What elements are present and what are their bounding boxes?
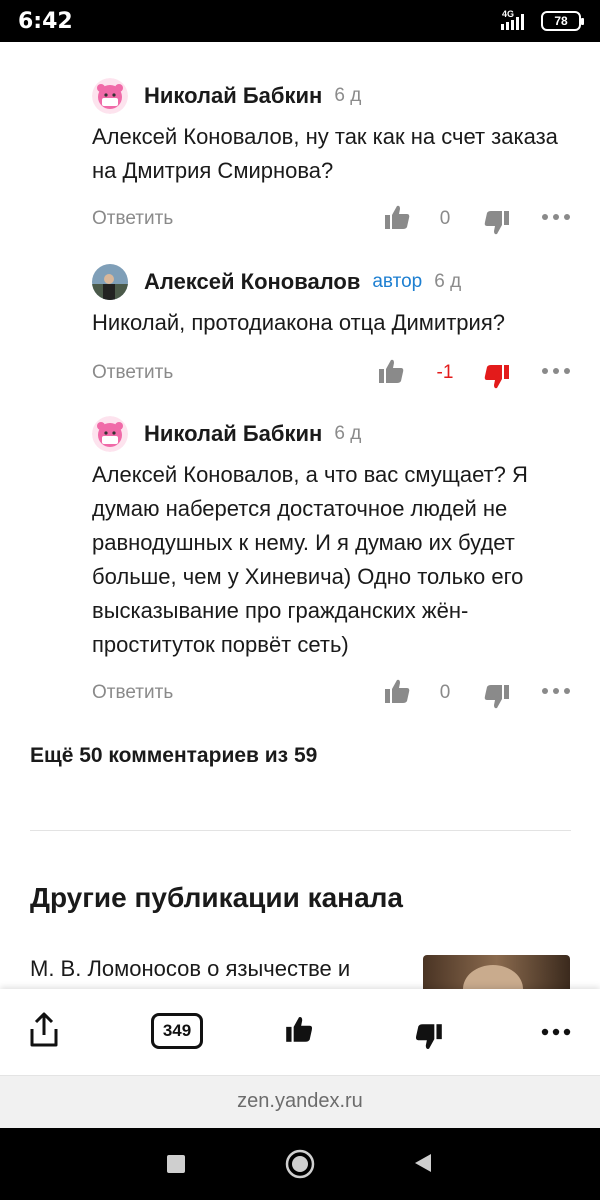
- battery-icon: 78: [541, 11, 584, 31]
- publication-title[interactable]: М. В. Ломоносов о язычестве и: [30, 956, 350, 982]
- reply-button[interactable]: Ответить: [92, 208, 173, 230]
- comment: Николай Бабкин 6 д Алексей Коновалов, а …: [0, 416, 600, 716]
- comment-author[interactable]: Алексей Коновалов: [144, 269, 360, 295]
- like-icon[interactable]: [283, 1013, 315, 1045]
- photo-avatar[interactable]: [92, 264, 128, 300]
- battery-level: 78: [554, 14, 568, 28]
- comment-text: Алексей Коновалов, а что вас смущает? Я …: [92, 462, 528, 657]
- more-options-icon[interactable]: [540, 678, 572, 704]
- system-navigation-bar: [0, 1128, 600, 1200]
- comment-score: -1: [436, 362, 454, 383]
- recents-icon[interactable]: [166, 1154, 186, 1174]
- comment-author[interactable]: Николай Бабкин: [144, 83, 322, 109]
- comments-count: 349: [162, 1021, 192, 1040]
- section-title: Другие публикации канала: [30, 882, 403, 913]
- publication-thumbnail[interactable]: [423, 955, 570, 989]
- comment-actions: Ответить -1: [92, 356, 582, 392]
- status-bar: 6:42 4G 78: [0, 0, 600, 42]
- dislike-icon[interactable]: [413, 1021, 445, 1053]
- signal-icon: [501, 14, 524, 30]
- status-time: 6:42: [18, 9, 73, 34]
- divider: [30, 830, 571, 831]
- share-icon[interactable]: [24, 1011, 64, 1051]
- comment-header: Алексей Коновалов автор 6 д: [92, 264, 461, 300]
- comment-time: 6 д: [334, 423, 362, 444]
- more-options-icon[interactable]: [540, 204, 572, 230]
- thumbs-up-icon[interactable]: [382, 202, 412, 232]
- more-options-icon[interactable]: [540, 1019, 572, 1045]
- comment: Алексей Коновалов автор 6 д Николай, про…: [0, 264, 600, 394]
- pink-pig-mask-avatar[interactable]: [92, 416, 128, 452]
- thumbs-down-icon[interactable]: [482, 362, 512, 392]
- comment-author[interactable]: Николай Бабкин: [144, 421, 322, 447]
- comment: Николай Бабкин 6 д Алексей Коновалов, ну…: [0, 78, 600, 238]
- bottom-action-bar: 349: [0, 989, 600, 1075]
- comment-time: 6 д: [334, 85, 362, 106]
- comment-actions: Ответить 0: [92, 202, 582, 238]
- reply-button[interactable]: Ответить: [92, 362, 173, 384]
- comment-score: 0: [439, 682, 451, 703]
- thumbs-up-icon[interactable]: [382, 676, 412, 706]
- reply-button[interactable]: Ответить: [92, 682, 173, 704]
- comment-time: 6 д: [434, 271, 462, 292]
- comment-text: Алексей Коновалов, ну так как на счет за…: [92, 124, 558, 183]
- home-icon[interactable]: [285, 1149, 315, 1179]
- author-badge: автор: [372, 271, 423, 292]
- comment-score: 0: [439, 208, 451, 229]
- thumbs-down-icon[interactable]: [482, 682, 512, 712]
- url-bar[interactable]: zen.yandex.ru: [0, 1075, 600, 1128]
- thumbs-up-icon[interactable]: [376, 356, 406, 386]
- comment-header: Николай Бабкин 6 д: [92, 78, 361, 114]
- comments-count-button[interactable]: 349: [151, 1013, 203, 1049]
- url-text: zen.yandex.ru: [237, 1090, 363, 1112]
- comment-header: Николай Бабкин 6 д: [92, 416, 361, 452]
- comment-text: Николай, протодиакона отца Димитрия?: [92, 310, 505, 335]
- back-icon[interactable]: [412, 1152, 434, 1174]
- pink-pig-mask-avatar[interactable]: [92, 78, 128, 114]
- thumbs-down-icon[interactable]: [482, 208, 512, 238]
- comment-actions: Ответить 0: [92, 676, 582, 712]
- more-options-icon[interactable]: [540, 358, 572, 384]
- more-comments-link[interactable]: Ещё 50 комментариев из 59: [30, 744, 317, 768]
